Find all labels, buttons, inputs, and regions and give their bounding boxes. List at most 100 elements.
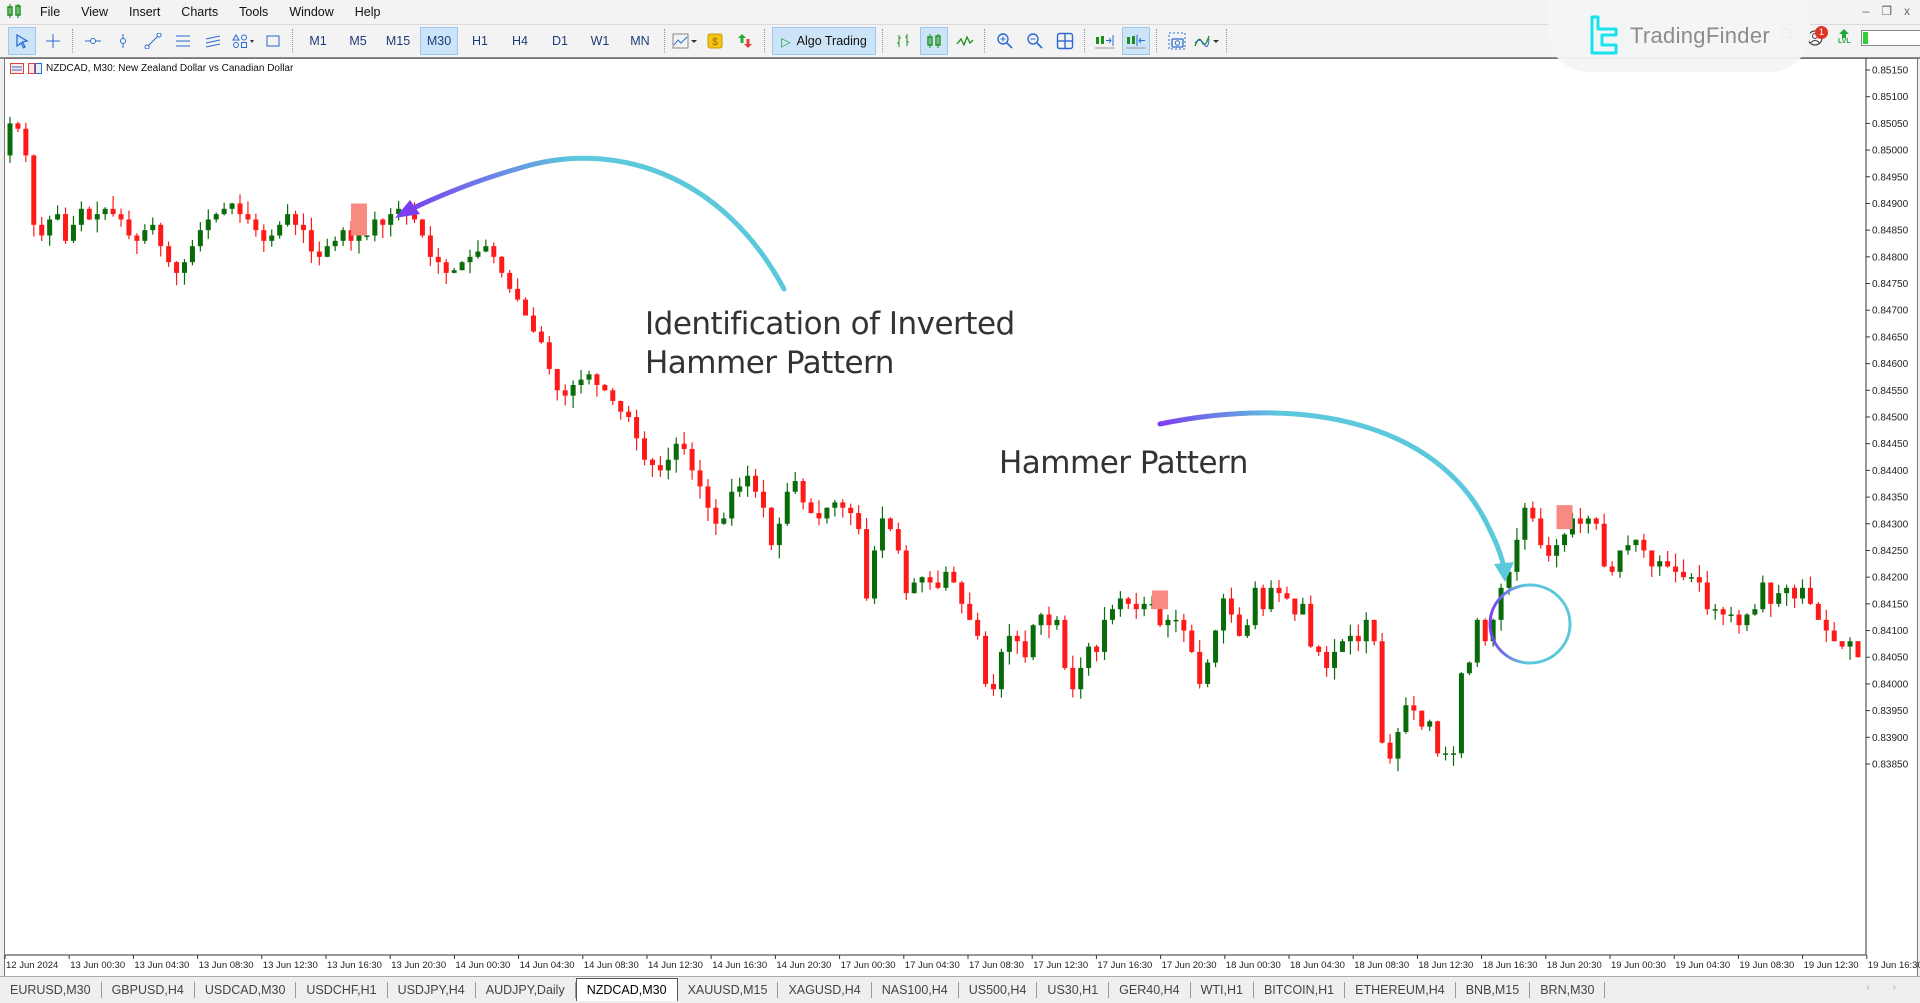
candle (1760, 575, 1766, 613)
tab-us500-h4[interactable]: US500,H4 (959, 982, 1038, 998)
candle (221, 202, 227, 216)
candle (1165, 614, 1171, 638)
candle-body (1736, 614, 1742, 626)
time-tick-label: 17 Jun 12:30 (1033, 960, 1088, 971)
candle (570, 380, 576, 409)
candle-body (1411, 705, 1417, 711)
candle (626, 405, 632, 423)
tab-usdchf-h1[interactable]: USDCHF,H1 (296, 982, 388, 998)
tab-scroll-arrows[interactable]: ‹ › (1867, 982, 1906, 993)
candle-body (126, 219, 132, 236)
candle-body (626, 411, 632, 417)
candle (380, 218, 386, 239)
tab-xagusd-h4[interactable]: XAGUSD,H4 (778, 982, 872, 998)
price-tick-label: 0.84400 (1872, 466, 1909, 477)
candle-body (1514, 539, 1520, 572)
price-chart[interactable]: 0.85150 0.85100 0.85050 0.85000 0.84950 0.849… (0, 0, 1920, 976)
candle-body (1347, 635, 1353, 642)
candle (78, 201, 84, 232)
candle (427, 226, 433, 267)
candle (285, 204, 291, 227)
candle-body (832, 502, 838, 508)
candle (642, 431, 648, 466)
candle (634, 409, 640, 451)
candle-body (673, 443, 679, 460)
candle-body (293, 214, 299, 225)
tab-bitcoin-h1[interactable]: BITCOIN,H1 (1254, 982, 1346, 998)
inverted-hammer-annotation-line1: Identification of Inverted (645, 306, 1015, 342)
candle (943, 566, 949, 591)
tab-gbpusd-h4[interactable]: GBPUSD,H4 (102, 982, 195, 998)
pattern-highlight-box (1556, 505, 1573, 530)
tab-ethereum-h4[interactable]: ETHEREUM,H4 (1345, 982, 1456, 998)
candle (1585, 515, 1591, 534)
candle-body (388, 214, 394, 225)
candle-body (879, 518, 885, 551)
time-tick-label: 18 Jun 12:30 (1418, 960, 1473, 971)
candle (919, 576, 925, 593)
candle (1681, 559, 1687, 581)
time-tick-label: 17 Jun 20:30 (1162, 960, 1217, 971)
candle (158, 222, 164, 257)
candle (1125, 596, 1131, 610)
candle-body (649, 459, 655, 466)
candle-body (1268, 587, 1274, 610)
time-tick-label: 19 Jun 04:30 (1675, 960, 1730, 971)
candle-body (570, 384, 576, 396)
candle-body (792, 481, 798, 492)
time-tick-label: 13 Jun 00:30 (70, 960, 125, 971)
candle (1268, 580, 1274, 613)
logo-text: TradingFinder (1629, 23, 1771, 48)
candle (705, 479, 711, 521)
candle (689, 442, 695, 480)
tab-nzdcad-m30[interactable]: NZDCAD,M30 (575, 977, 678, 1001)
time-tick-label: 14 Jun 04:30 (520, 960, 575, 971)
candle-body (261, 230, 267, 241)
candle (1443, 746, 1449, 761)
candle-body (78, 208, 84, 225)
candle-body (1181, 619, 1187, 631)
candle-body (538, 331, 544, 343)
tab-usdjpy-h4[interactable]: USDJPY,H4 (388, 982, 476, 998)
candle-body (1720, 609, 1726, 615)
candle-body (245, 214, 251, 220)
candle (189, 239, 195, 266)
candle (1022, 630, 1028, 663)
candle (364, 235, 370, 241)
tab-audjpy-daily[interactable]: AUDJPY,Daily (476, 982, 576, 998)
tab-brn-m30[interactable]: BRN,M30 (1530, 982, 1606, 998)
candle (792, 472, 798, 494)
candle-body (174, 262, 180, 273)
candle (665, 447, 671, 480)
candle (70, 215, 76, 243)
tab-us30-h1[interactable]: US30,H1 (1037, 982, 1110, 998)
tradingfinder-logo: TradingFinder (1548, 0, 1810, 72)
tab-eurusd-m30[interactable]: EURUSD,M30 (0, 982, 102, 998)
candle-body (848, 507, 854, 514)
tab-bnb-m15[interactable]: BNB,M15 (1456, 982, 1531, 998)
candle-body (1197, 651, 1203, 684)
candle (261, 224, 267, 253)
candle (150, 217, 156, 235)
candle (864, 518, 870, 601)
candle (1094, 644, 1100, 662)
candle (197, 222, 203, 252)
tab-usdcad-m30[interactable]: USDCAD,M30 (195, 982, 297, 998)
candle (1458, 672, 1464, 759)
time-tick-label: 14 Jun 20:30 (776, 960, 831, 971)
tab-ger40-h4[interactable]: GER40,H4 (1109, 982, 1191, 998)
candle (1482, 618, 1488, 646)
time-tick-label: 19 Jun 08:30 (1739, 960, 1794, 971)
tab-xauusd-m15[interactable]: XAUUSD,M15 (678, 982, 779, 998)
candle-body (1324, 651, 1330, 668)
candle-body (998, 651, 1004, 690)
candle-body (1419, 710, 1425, 727)
candle (94, 201, 100, 233)
tab-nas100-h4[interactable]: NAS100,H4 (872, 982, 959, 998)
candle-body (689, 449, 695, 471)
candle (784, 482, 790, 526)
candle (316, 241, 322, 266)
price-tick-label: 0.84900 (1872, 199, 1909, 210)
tab-wti-h1[interactable]: WTI,H1 (1191, 982, 1254, 998)
candle (1141, 596, 1147, 617)
